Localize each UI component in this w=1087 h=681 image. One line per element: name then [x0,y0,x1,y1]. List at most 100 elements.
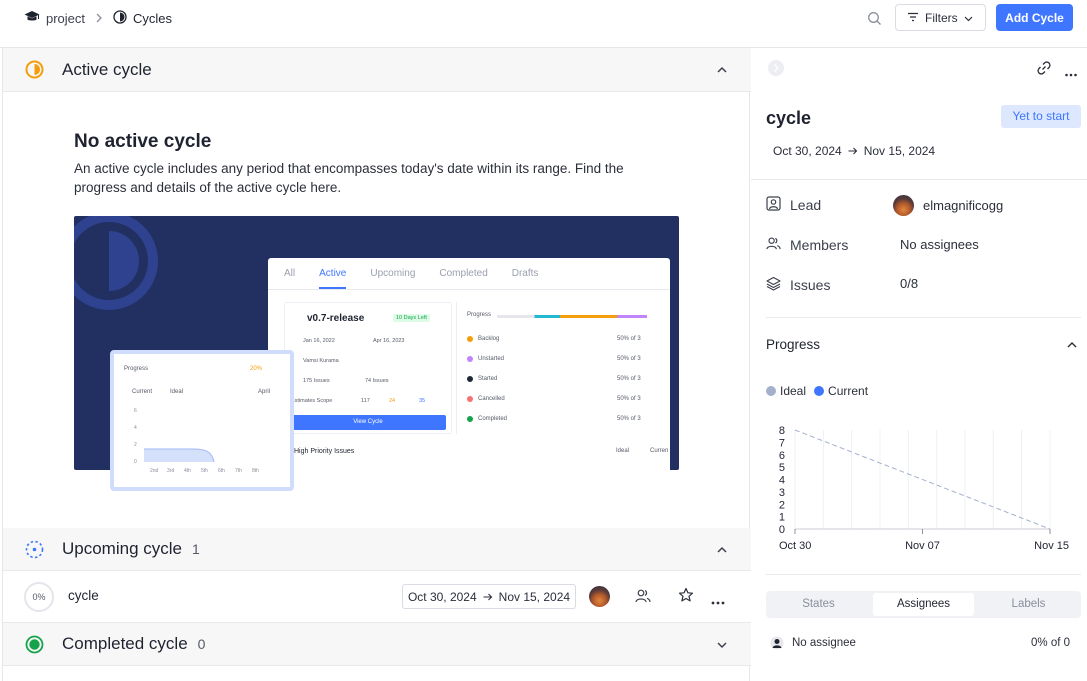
status-badge: Yet to start [1001,105,1081,128]
preview-estimates: Estimates Scope [291,398,333,404]
preview-progress-panel: Progress Backlog 50% of 3 Unstarted 50% of … [456,302,666,434]
upcoming-cycle-count: 1 [192,541,200,557]
no-active-cycle-desc-1: An active cycle includes any period that… [74,161,624,176]
breadcrumb: project Cycles [24,10,172,27]
x-tick-label: Nov 07 [905,540,940,552]
mini-progress-label: Progress [124,366,149,372]
filters-button[interactable]: Filters [895,4,986,31]
preview-state-row: Unstarted 50% of 3 [467,356,657,362]
filters-label: Filters [925,10,958,25]
members-icon[interactable] [635,588,651,607]
mini-x-tick: 5th [201,468,208,474]
completed-cycle-title: Completed cycle [62,634,188,653]
chevron-up-icon[interactable] [715,543,729,557]
issues-label: Issues [790,277,831,293]
chevron-down-icon[interactable] [715,638,729,652]
preview-days-left: 10 Days Left [393,314,430,322]
mini-x-tick: 8th [252,468,259,474]
preview-state-pct: 50% of 3 [617,356,641,362]
preview-state-name: Unstarted [478,356,505,362]
tab-labels[interactable]: Labels [978,593,1079,616]
peek-title: cycle [766,108,812,128]
cycle-row[interactable]: 0% cycle Oct 30, 2024 Nov 15, 2024 [3,571,751,623]
cycle-start-date: Oct 30, 2024 [407,589,477,604]
no-active-cycle-title: No active cycle [74,131,212,152]
tab-states[interactable]: States [768,593,869,616]
preview-state-pct: 50% of 3 [617,416,641,422]
preview-legend-ideal: Ideal [616,448,630,454]
y-tick-label: 0 [779,524,785,536]
divider [766,317,1081,318]
link-icon[interactable] [1036,60,1052,79]
more-horizontal-icon[interactable] [711,593,725,608]
cycle-progress-ring: 0% [24,582,54,612]
completed-cycle-icon [25,635,44,654]
cycle-lead-avatar[interactable] [589,586,610,607]
search-icon[interactable] [867,11,882,29]
mini-y-tick: 0 [134,459,137,465]
preview-state-pct: 50% of 3 [617,336,641,342]
preview-cycle-name: v0.7-release [307,313,365,324]
preview-state-name: Cancelled [478,396,505,402]
series-line-ideal [794,429,1051,530]
breadcrumb-project[interactable]: project [46,11,85,26]
preview-issues: 175 Issues [303,378,330,384]
issues-row: Issues [766,276,830,294]
chevron-right-icon [95,11,103,26]
preview-owner: Vamsi Kurama [303,358,339,364]
preview-done-issues: 74 Issues [365,378,389,384]
active-cycle-title: Active cycle [62,59,152,79]
cycle-name[interactable]: cycle [68,588,99,603]
peek-date-range[interactable]: Oct 30, 2024 Nov 15, 2024 [773,144,935,158]
cycle-date-range[interactable]: Oct 30, 2024 Nov 15, 2024 [402,584,576,609]
mini-area [144,449,214,462]
mini-month: April [258,389,271,395]
cycle-end-date: Nov 15, 2024 [498,589,571,604]
preview-est3: 35 [419,398,426,404]
user-circle-icon [770,636,784,650]
members-value[interactable]: No assignees [900,237,979,252]
preview-state-dot [467,356,473,362]
legend-current: Current [828,384,869,398]
preview-tab-drafts: Drafts [511,268,539,279]
collapse-peek-icon[interactable] [767,59,785,80]
preview-state-dot [467,416,473,422]
mini-x-tick: 3rd [167,468,174,474]
assignee-row[interactable]: No assignee 0% of 0 [766,632,1081,654]
preview-state-row: Cancelled 50% of 3 [467,396,657,402]
star-icon[interactable] [678,587,694,606]
arrow-right-icon [483,590,493,604]
preview-state-name: Completed [478,416,508,422]
completed-cycle-header[interactable]: Completed cycle 0 [3,623,751,666]
preview-tab-upcoming: Upcoming [370,268,416,279]
mini-y-tick: 6 [134,408,137,414]
preview-tab-all: All [284,268,296,279]
no-active-cycle-desc-2: progress and details of the active cycle… [74,180,342,195]
completed-cycle-count: 0 [197,636,206,652]
progress-tabs: States Assignees Labels [766,591,1081,618]
filter-lines-icon [907,11,919,25]
lead-value[interactable]: elmagnificogg [893,195,1003,216]
preview-card: All Active Upcoming Completed Drafts v0.… [268,258,670,470]
lead-avatar [893,195,914,216]
active-cycle-header[interactable]: Active cycle [3,48,751,92]
preview-state-row: Completed 50% of 3 [467,416,657,422]
x-tick-label: Nov 15 [1034,540,1069,552]
more-horizontal-icon[interactable] [1065,65,1077,80]
add-cycle-button[interactable]: Add Cycle [996,4,1073,31]
upcoming-cycle-header[interactable]: Upcoming cycle 1 [3,528,751,571]
cycle-logo-watermark [74,216,158,310]
mini-x-tick: 7th [235,468,242,474]
preview-est2: 24 [389,398,396,404]
active-cycle-icon [25,60,44,79]
y-tick-label: 6 [779,450,785,462]
divider [751,179,1087,180]
chevron-up-icon[interactable] [1066,339,1078,354]
progress-heading[interactable]: Progress [766,337,820,352]
chevron-up-icon[interactable] [715,63,729,77]
peek-start-date: Oct 30, 2024 [773,144,842,158]
preview-legend-current: Curren [650,448,669,454]
preview-state-row: Started 50% of 3 [467,376,657,382]
tab-assignees[interactable]: Assignees [873,593,974,616]
mini-burndown-chart: 6 4 2 0 2nd 3rd 4th 5th 6th 7th 8th [134,408,259,474]
